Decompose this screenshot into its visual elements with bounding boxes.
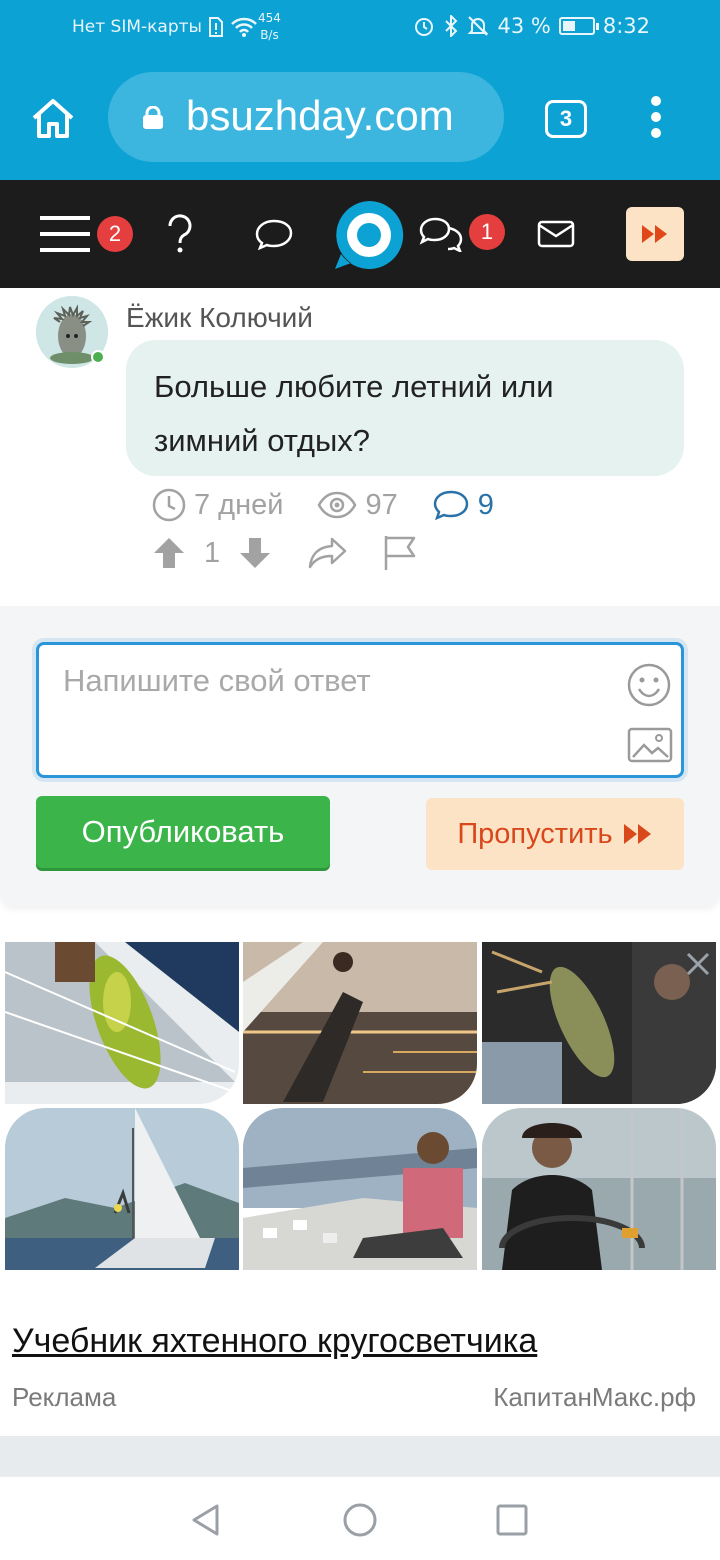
comment-icon [433, 490, 468, 521]
ad-photo-sunset[interactable] [243, 942, 477, 1104]
site-nav: 2 1 [0, 180, 720, 288]
report-flag-icon[interactable] [382, 534, 420, 572]
online-indicator [91, 350, 105, 364]
home-circle-icon[interactable] [342, 1502, 378, 1538]
home-icon[interactable] [28, 94, 78, 144]
speed-unit: B/s [260, 28, 279, 42]
skip-button[interactable]: Пропустить [426, 798, 684, 870]
ad-close-icon[interactable] [684, 950, 712, 978]
reply-section: Опубликовать Пропустить [0, 606, 720, 906]
vote-count: 1 [204, 536, 221, 569]
clock: 8:32 [602, 14, 650, 38]
mute-bell-icon [468, 16, 489, 36]
ad-image-grid[interactable] [0, 942, 720, 1302]
hamburger-menu-icon[interactable] [40, 214, 90, 254]
comments-link[interactable]: 9 [432, 489, 494, 522]
site-logo-icon[interactable] [331, 197, 407, 273]
chat-bubble-icon[interactable] [254, 218, 294, 250]
discussions-badge: 1 [469, 214, 505, 250]
battery-percent: 43 % [497, 14, 551, 38]
age-item: 7 дней [152, 488, 283, 522]
question-meta: 7 дней 97 9 [152, 488, 528, 522]
alarm-icon [415, 18, 434, 36]
publish-button[interactable]: Опубликовать [36, 796, 330, 868]
browser-menu-button[interactable] [648, 96, 664, 146]
status-bar: Нет SIM-карты 454 B/s 43 % 8:32 [0, 0, 720, 56]
views-item: 97 [317, 488, 398, 522]
page-gap [0, 1436, 720, 1476]
reply-box [36, 642, 684, 778]
downvote-arrow-icon[interactable] [238, 536, 272, 570]
views-count: 97 [365, 488, 398, 521]
comments-count: 9 [477, 488, 494, 521]
question-card: Ёжик Колючий Больше любите летний или зи… [0, 288, 720, 606]
ad-block[interactable]: Учебник яхтенного кругосветчика Реклама … [0, 942, 720, 1436]
bluetooth-icon [445, 15, 458, 37]
battery-icon [558, 17, 599, 35]
image-upload-icon[interactable] [627, 727, 673, 763]
ad-photo-sailboat[interactable] [5, 1108, 239, 1270]
question-age: 7 дней [194, 488, 284, 521]
skip-button-label: Пропустить [457, 817, 613, 850]
reply-input[interactable] [63, 663, 603, 699]
ad-photo-hills[interactable] [243, 1108, 477, 1270]
sim-alert-icon [208, 17, 223, 37]
author-name[interactable]: Ёжик Колючий [126, 302, 313, 334]
question-actions: 1 [152, 534, 420, 572]
network-speed: 454 B/s [258, 10, 281, 44]
question-icon[interactable] [166, 214, 194, 254]
clock-icon [152, 488, 186, 522]
back-icon[interactable] [190, 1503, 220, 1537]
address-bar[interactable]: bsuzhday.com [108, 72, 504, 162]
upvote-arrow-icon[interactable] [152, 536, 186, 570]
wifi-icon [231, 17, 257, 37]
eye-icon [318, 491, 357, 519]
recents-icon[interactable] [496, 1504, 528, 1536]
ad-title-link[interactable]: Учебник яхтенного кругосветчика [12, 1322, 537, 1361]
mail-icon[interactable] [537, 220, 575, 248]
ad-domain-link[interactable]: КапитанМакс.рф [493, 1382, 696, 1413]
speed-value: 454 [258, 11, 281, 25]
ad-label: Реклама [12, 1382, 117, 1412]
fast-forward-icon [623, 824, 651, 844]
emoji-icon[interactable] [627, 663, 671, 707]
ad-photo-captain[interactable] [482, 1108, 716, 1270]
ad-photo-lobster[interactable] [482, 942, 716, 1104]
discussions-icon[interactable] [418, 216, 464, 252]
share-icon[interactable] [306, 536, 348, 570]
tab-switcher-button[interactable]: 3 [545, 100, 587, 138]
system-navigation-bar [0, 1476, 720, 1560]
fast-forward-icon [642, 225, 667, 243]
ad-photo-fish[interactable] [5, 942, 239, 1104]
browser-toolbar: bsuzhday.com 3 [0, 56, 720, 180]
url-text: bsuzhday.com [186, 92, 454, 139]
carrier-text: Нет SIM-карты [72, 17, 202, 37]
carrier-status: Нет SIM-карты [72, 17, 258, 37]
system-indicators: 43 % 8:32 [413, 14, 650, 38]
lock-icon [143, 106, 163, 129]
skip-forward-button[interactable] [626, 207, 684, 261]
question-text[interactable]: Больше любите летний или зимний отдых? [126, 340, 684, 476]
menu-badge: 2 [97, 216, 133, 252]
